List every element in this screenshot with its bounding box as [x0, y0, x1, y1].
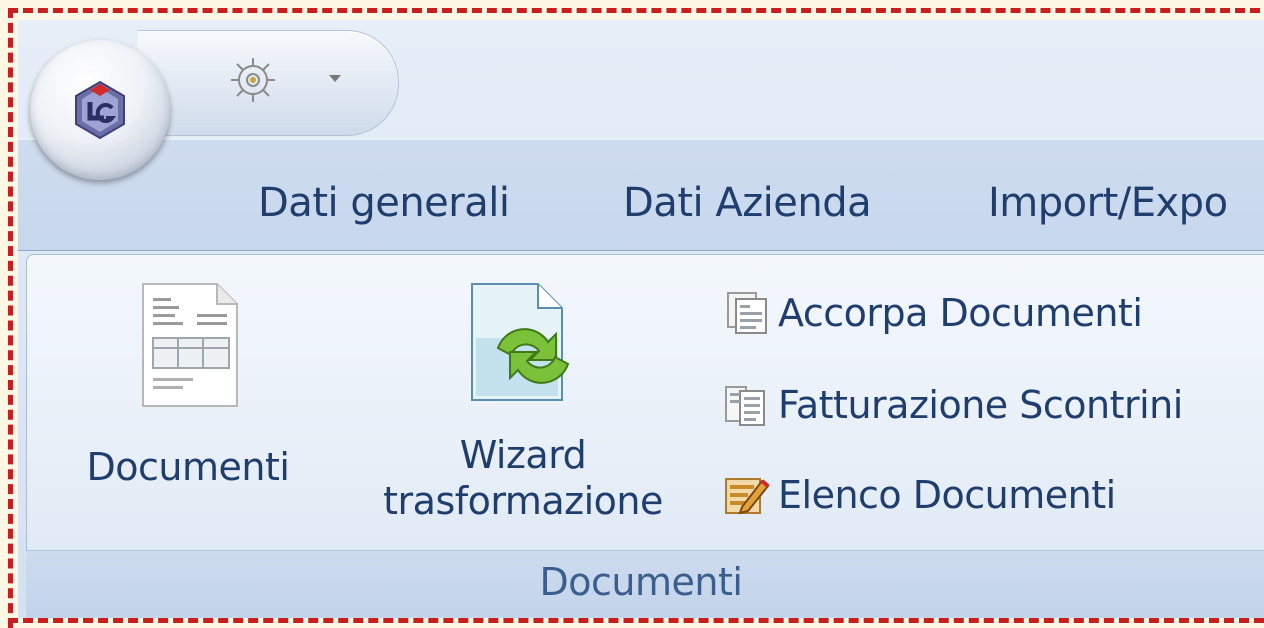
- document-refresh-icon: [471, 283, 570, 401]
- elenco-documenti-button[interactable]: Elenco Documenti: [722, 466, 1116, 524]
- tab-dati-generali[interactable]: Dati generali: [258, 180, 510, 226]
- edit-list-icon: [725, 478, 770, 515]
- documenti-button-label: Documenti: [86, 445, 290, 489]
- tab-import-export[interactable]: Import/Expo: [988, 180, 1228, 226]
- app-orb-logo-icon: [75, 80, 125, 140]
- wizard-label-line2: trasformazione: [383, 479, 663, 523]
- ribbon-group-label: Documenti: [539, 560, 743, 604]
- gear-icon: [231, 58, 275, 102]
- document-table-icon: [142, 283, 238, 407]
- application-window: Dati generali Dati Azienda Import/Expo D…: [18, 20, 1264, 618]
- chevron-down-icon: [329, 75, 341, 82]
- tab-dati-azienda[interactable]: Dati Azienda: [623, 180, 872, 226]
- wizard-label-line1: Wizard: [459, 433, 587, 477]
- application-menu-button[interactable]: [30, 40, 170, 180]
- wizard-trasformazione-button[interactable]: Wizard trasformazione: [358, 278, 688, 524]
- quick-access-dropdown[interactable]: [320, 64, 350, 94]
- fatturazione-scontrini-label: Fatturazione Scontrini: [778, 383, 1183, 427]
- elenco-documenti-label: Elenco Documenti: [778, 473, 1116, 517]
- screenshot-border-bottom: [8, 618, 1264, 623]
- accorpa-documenti-label: Accorpa Documenti: [778, 291, 1143, 335]
- receipts-icon: [725, 386, 765, 426]
- fatturazione-scontrini-button[interactable]: Fatturazione Scontrini: [722, 376, 1183, 434]
- documenti-button[interactable]: Documenti: [58, 280, 318, 490]
- settings-button[interactable]: [218, 50, 288, 110]
- accorpa-documenti-button[interactable]: Accorpa Documenti: [722, 284, 1143, 342]
- merge-documents-icon: [727, 292, 767, 334]
